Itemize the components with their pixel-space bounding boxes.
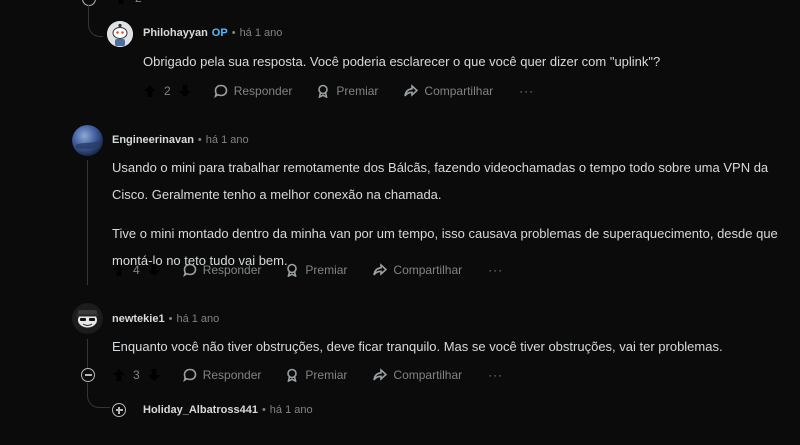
author-name[interactable]: Engineerinavan: [112, 134, 194, 146]
upvote-icon[interactable]: [112, 368, 126, 382]
award-button[interactable]: Premiar: [285, 368, 347, 382]
reply-icon: [213, 84, 227, 98]
share-icon: [373, 263, 388, 276]
reply-button[interactable]: Responder: [182, 368, 262, 382]
share-icon: [373, 368, 388, 381]
reply-label: Responder: [202, 368, 262, 382]
award-icon: [287, 368, 298, 382]
comment-body: Enquanto você não tiver obstruções, deve…: [112, 333, 784, 360]
award-label: Premiar: [336, 84, 379, 98]
upvote-icon[interactable]: [112, 263, 126, 277]
share-label: Compartilhar: [424, 84, 494, 98]
separator-dot: •: [168, 313, 173, 325]
avatar[interactable]: [72, 303, 103, 334]
timestamp[interactable]: há 1 ano: [240, 27, 283, 39]
comment-paragraph: Usando o mini para trabalhar remotamente…: [112, 160, 769, 202]
reply-button[interactable]: Responder: [213, 84, 293, 98]
more-options-button[interactable]: ···: [488, 263, 503, 277]
award-icon: [287, 263, 298, 277]
award-button[interactable]: Premiar: [316, 84, 378, 98]
comment-actions: 4 Responder Premiar Compartilhar ···: [112, 260, 503, 280]
award-icon: [318, 84, 329, 98]
upvote-icon[interactable]: [114, 0, 128, 5]
comment-actions: 2 Responder Premiar Compartilhar ···: [143, 81, 534, 101]
more-icon: ···: [519, 84, 535, 98]
timestamp[interactable]: há 1 ano: [176, 313, 219, 325]
share-button[interactable]: Compartilhar: [373, 368, 462, 382]
more-options-button[interactable]: ···: [519, 84, 534, 98]
comment-paragraph: Enquanto você não tiver obstruções, deve…: [112, 339, 723, 354]
collapse-thread-button[interactable]: [82, 0, 96, 6]
share-button[interactable]: Compartilhar: [373, 263, 462, 277]
author-name[interactable]: Philohayyan: [143, 27, 208, 39]
expand-thread-button[interactable]: [112, 403, 126, 417]
collapse-thread-button[interactable]: [81, 368, 95, 382]
reply-label: Responder: [202, 263, 262, 277]
comment-body: Obrigado pela sua resposta. Você poderia…: [143, 48, 743, 75]
comment-paragraph: Obrigado pela sua resposta. Você poderia…: [143, 54, 661, 69]
avatar[interactable]: [107, 21, 133, 47]
partial-action-row: 2: [114, 0, 142, 8]
separator-dot: •: [231, 27, 236, 39]
timestamp[interactable]: há 1 ano: [206, 134, 249, 146]
timestamp[interactable]: há 1 ano: [270, 404, 313, 416]
more-icon: ···: [488, 263, 504, 277]
comment-header: Engineerinavan • há 1 ano: [112, 134, 249, 146]
op-badge: OP: [211, 27, 228, 39]
snoo-avatar-icon: [72, 303, 103, 334]
downvote-icon[interactable]: [147, 368, 161, 382]
author-name[interactable]: Holiday_Albatross441: [143, 404, 258, 416]
globe-avatar-icon: [72, 125, 103, 156]
vote-count: 3: [133, 368, 140, 382]
more-options-button[interactable]: ···: [488, 368, 503, 382]
reply-icon: [182, 368, 196, 382]
comment-header: Philohayyan OP • há 1 ano: [143, 27, 282, 39]
comment-header: Holiday_Albatross441 • há 1 ano: [143, 404, 313, 416]
award-label: Premiar: [305, 263, 348, 277]
vote-count: 2: [135, 0, 142, 5]
award-label: Premiar: [305, 368, 348, 382]
vote-count: 4: [133, 263, 140, 277]
avatar[interactable]: [72, 125, 103, 156]
separator-dot: •: [197, 134, 202, 146]
share-label: Compartilhar: [393, 368, 463, 382]
reply-icon: [182, 263, 196, 277]
comment-body: Usando o mini para trabalhar remotamente…: [112, 154, 784, 274]
upvote-icon[interactable]: [143, 84, 157, 98]
reply-label: Responder: [233, 84, 293, 98]
author-name[interactable]: newtekie1: [112, 313, 165, 325]
comment-header: newtekie1 • há 1 ano: [112, 313, 219, 325]
comment-actions: 3 Responder Premiar Compartilhar ···: [112, 365, 503, 385]
downvote-icon[interactable]: [178, 84, 192, 98]
reply-button[interactable]: Responder: [182, 263, 262, 277]
award-button[interactable]: Premiar: [285, 263, 347, 277]
share-icon: [404, 84, 419, 97]
share-label: Compartilhar: [393, 263, 463, 277]
more-icon: ···: [488, 368, 504, 382]
share-button[interactable]: Compartilhar: [404, 84, 493, 98]
separator-dot: •: [261, 404, 266, 416]
snoo-avatar-icon: [107, 21, 133, 47]
downvote-icon[interactable]: [147, 263, 161, 277]
vote-count: 2: [164, 84, 171, 98]
